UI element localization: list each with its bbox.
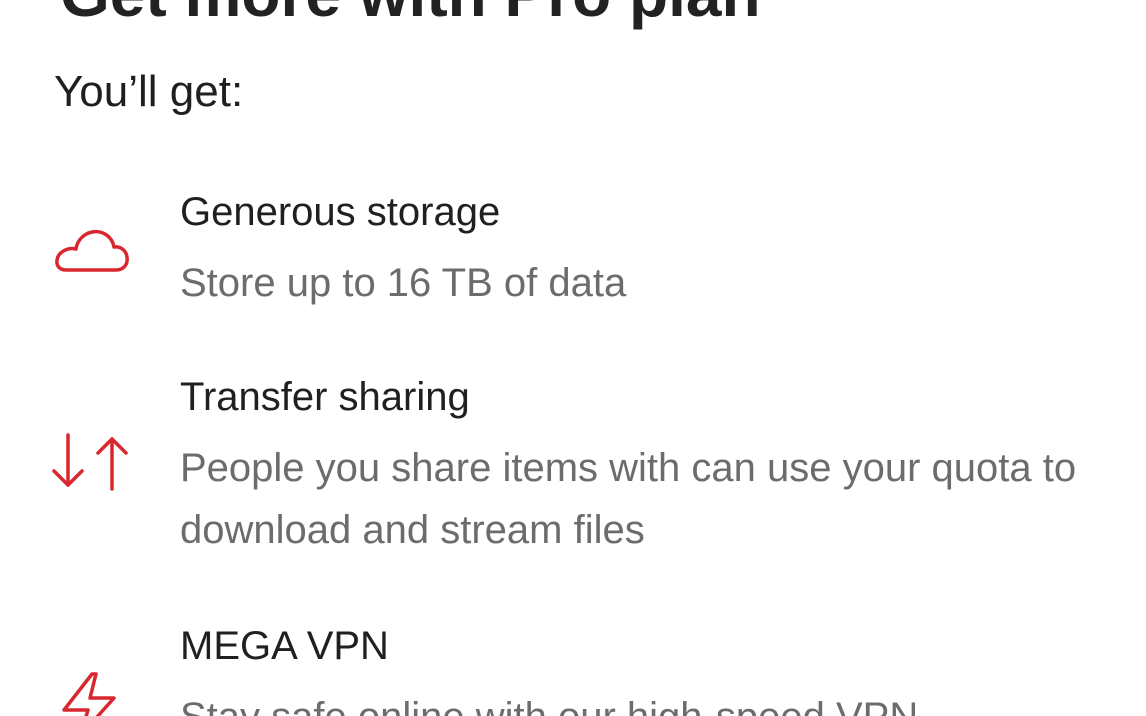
feature-title: MEGA VPN [180,624,389,668]
transfer-arrows-icon [50,427,130,497]
feature-title: Transfer sharing [180,375,470,419]
cloud-icon [50,220,130,290]
benefits-heading: You’ll get: [54,67,244,116]
feature-description: Store up to 16 TB of data [180,261,627,305]
page-title: Get more with Pro plan [60,0,761,26]
feature-description: People you share items with can use your… [180,446,1077,552]
lightning-icon [50,670,130,716]
feature-description: Stay safe online with our high-speed VPN [180,686,1080,716]
feature-title: Generous storage [180,190,501,234]
